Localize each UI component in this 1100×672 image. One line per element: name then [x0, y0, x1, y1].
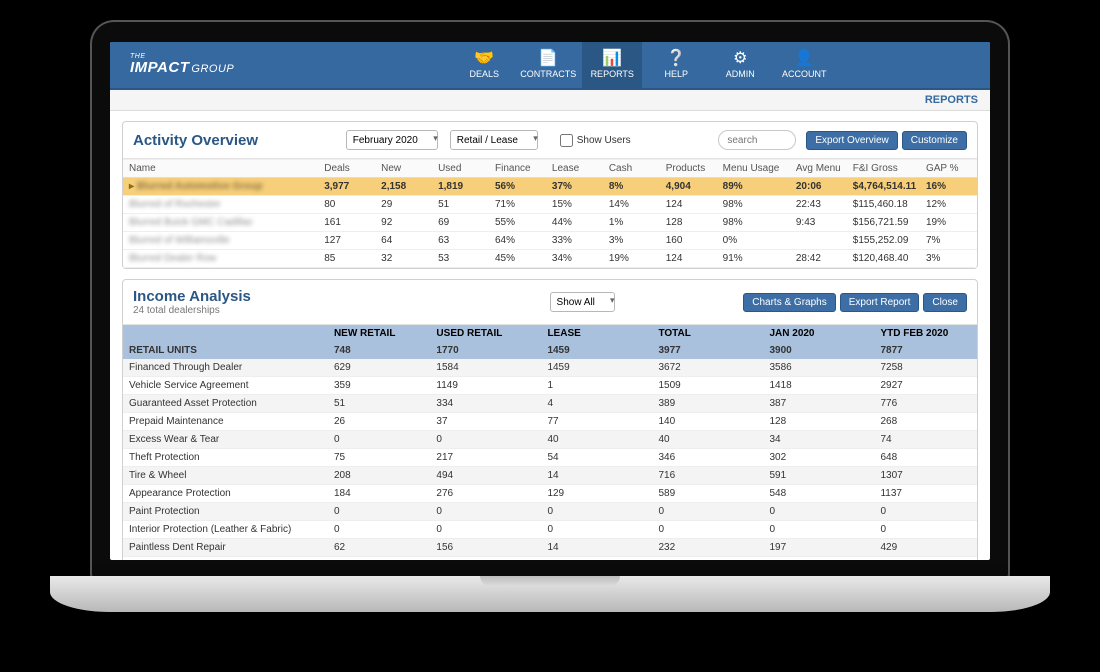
table-row[interactable]: Blurred Automotive Group3,9772,1581,8195… — [123, 178, 977, 196]
table-row[interactable]: Blurred of Williamsville127646364%33%3%1… — [123, 232, 977, 250]
dealer-name: Blurred Dealer Row — [123, 250, 318, 268]
nav-deals[interactable]: 🤝DEALS — [454, 42, 514, 88]
table-row: Tire & Wheel208494147165911307 — [123, 467, 977, 485]
table-row: Appearance Protection1842761295895481137 — [123, 485, 977, 503]
income-table: NEW RETAILUSED RETAILLEASETOTALJAN 2020Y… — [123, 325, 977, 560]
close-button[interactable]: Close — [923, 293, 967, 312]
activity-table: NameDealsNewUsedFinanceLeaseCashProducts… — [123, 160, 977, 268]
nav-admin[interactable]: ⚙ADMIN — [710, 42, 770, 88]
table-row[interactable]: Blurred Dealer Row85325345%34%19%12491%2… — [123, 250, 977, 268]
top-nav: THE IMPACTGROUP 🤝DEALS📄CONTRACTS📊REPORTS… — [110, 42, 990, 90]
brand-logo: THE IMPACTGROUP — [130, 55, 234, 76]
nav-help[interactable]: ❔HELP — [646, 42, 706, 88]
col-header[interactable]: Deals — [318, 160, 375, 178]
col-header[interactable]: New — [375, 160, 432, 178]
admin-icon: ⚙ — [733, 51, 747, 67]
month-select[interactable]: February 2020 — [346, 130, 438, 150]
dealer-name: Blurred Automotive Group — [123, 178, 318, 196]
col-header[interactable]: Name — [123, 160, 318, 178]
filter-select[interactable]: Retail / Lease — [450, 130, 538, 150]
table-row: Financed Through Dealer62915841459367235… — [123, 359, 977, 377]
help-icon: ❔ — [666, 51, 686, 67]
table-row: Excess Wear & Tear0040403474 — [123, 431, 977, 449]
col-header[interactable]: Products — [660, 160, 717, 178]
col-header[interactable]: F&I Gross — [847, 160, 920, 178]
export-report-button[interactable]: Export Report — [840, 293, 920, 312]
charts-graphs-button[interactable]: Charts & Graphs — [743, 293, 835, 312]
export-overview-button[interactable]: Export Overview — [806, 131, 897, 150]
table-row: Interior Protection (Leather & Fabric)00… — [123, 521, 977, 539]
table-row: Paint Protection000000 — [123, 503, 977, 521]
table-row: Guaranteed Asset Protection5133443893877… — [123, 395, 977, 413]
customize-button[interactable]: Customize — [902, 131, 967, 150]
show-users-label: Show Users — [577, 135, 631, 146]
reports-icon: 📊 — [602, 51, 622, 67]
table-row: Theft Protection7521754346302648 — [123, 449, 977, 467]
table-row[interactable]: Blurred of Rochester80295171%15%14%12498… — [123, 196, 977, 214]
table-row: RETAIL UNITS74817701459397739007877 — [123, 342, 977, 359]
col-header[interactable]: Lease — [546, 160, 603, 178]
show-all-select[interactable]: Show All — [550, 292, 615, 312]
col-header[interactable]: Used — [432, 160, 489, 178]
table-row: Key Replacement631484215178393 — [123, 557, 977, 561]
breadcrumb: REPORTS — [110, 90, 990, 111]
deals-icon: 🤝 — [474, 51, 494, 67]
table-row: Paintless Dent Repair6215614232197429 — [123, 539, 977, 557]
nav-contracts[interactable]: 📄CONTRACTS — [518, 42, 578, 88]
nav-reports[interactable]: 📊REPORTS — [582, 42, 642, 88]
table-row: Vehicle Service Agreement359114911509141… — [123, 377, 977, 395]
dealer-name: Blurred Buick GMC Cadillac — [123, 214, 318, 232]
activity-overview-panel: Activity Overview February 2020 Retail /… — [122, 121, 978, 269]
search-input[interactable] — [718, 130, 796, 150]
account-icon: 👤 — [794, 51, 814, 67]
nav-account[interactable]: 👤ACCOUNT — [774, 42, 834, 88]
col-header[interactable]: Avg Menu — [790, 160, 847, 178]
col-header[interactable]: Cash — [603, 160, 660, 178]
dealer-name: Blurred of Rochester — [123, 196, 318, 214]
activity-title: Activity Overview — [133, 132, 258, 149]
col-header[interactable]: Menu Usage — [717, 160, 790, 178]
col-header[interactable]: GAP % — [920, 160, 977, 178]
col-header[interactable]: Finance — [489, 160, 546, 178]
show-users-checkbox[interactable] — [560, 134, 573, 147]
table-row: Prepaid Maintenance263777140128268 — [123, 413, 977, 431]
contracts-icon: 📄 — [538, 51, 558, 67]
income-title: Income Analysis 24 total dealerships — [133, 288, 251, 316]
table-row[interactable]: Blurred Buick GMC Cadillac161926955%44%1… — [123, 214, 977, 232]
dealer-name: Blurred of Williamsville — [123, 232, 318, 250]
income-analysis-panel: Income Analysis 24 total dealerships Sho… — [122, 279, 978, 560]
